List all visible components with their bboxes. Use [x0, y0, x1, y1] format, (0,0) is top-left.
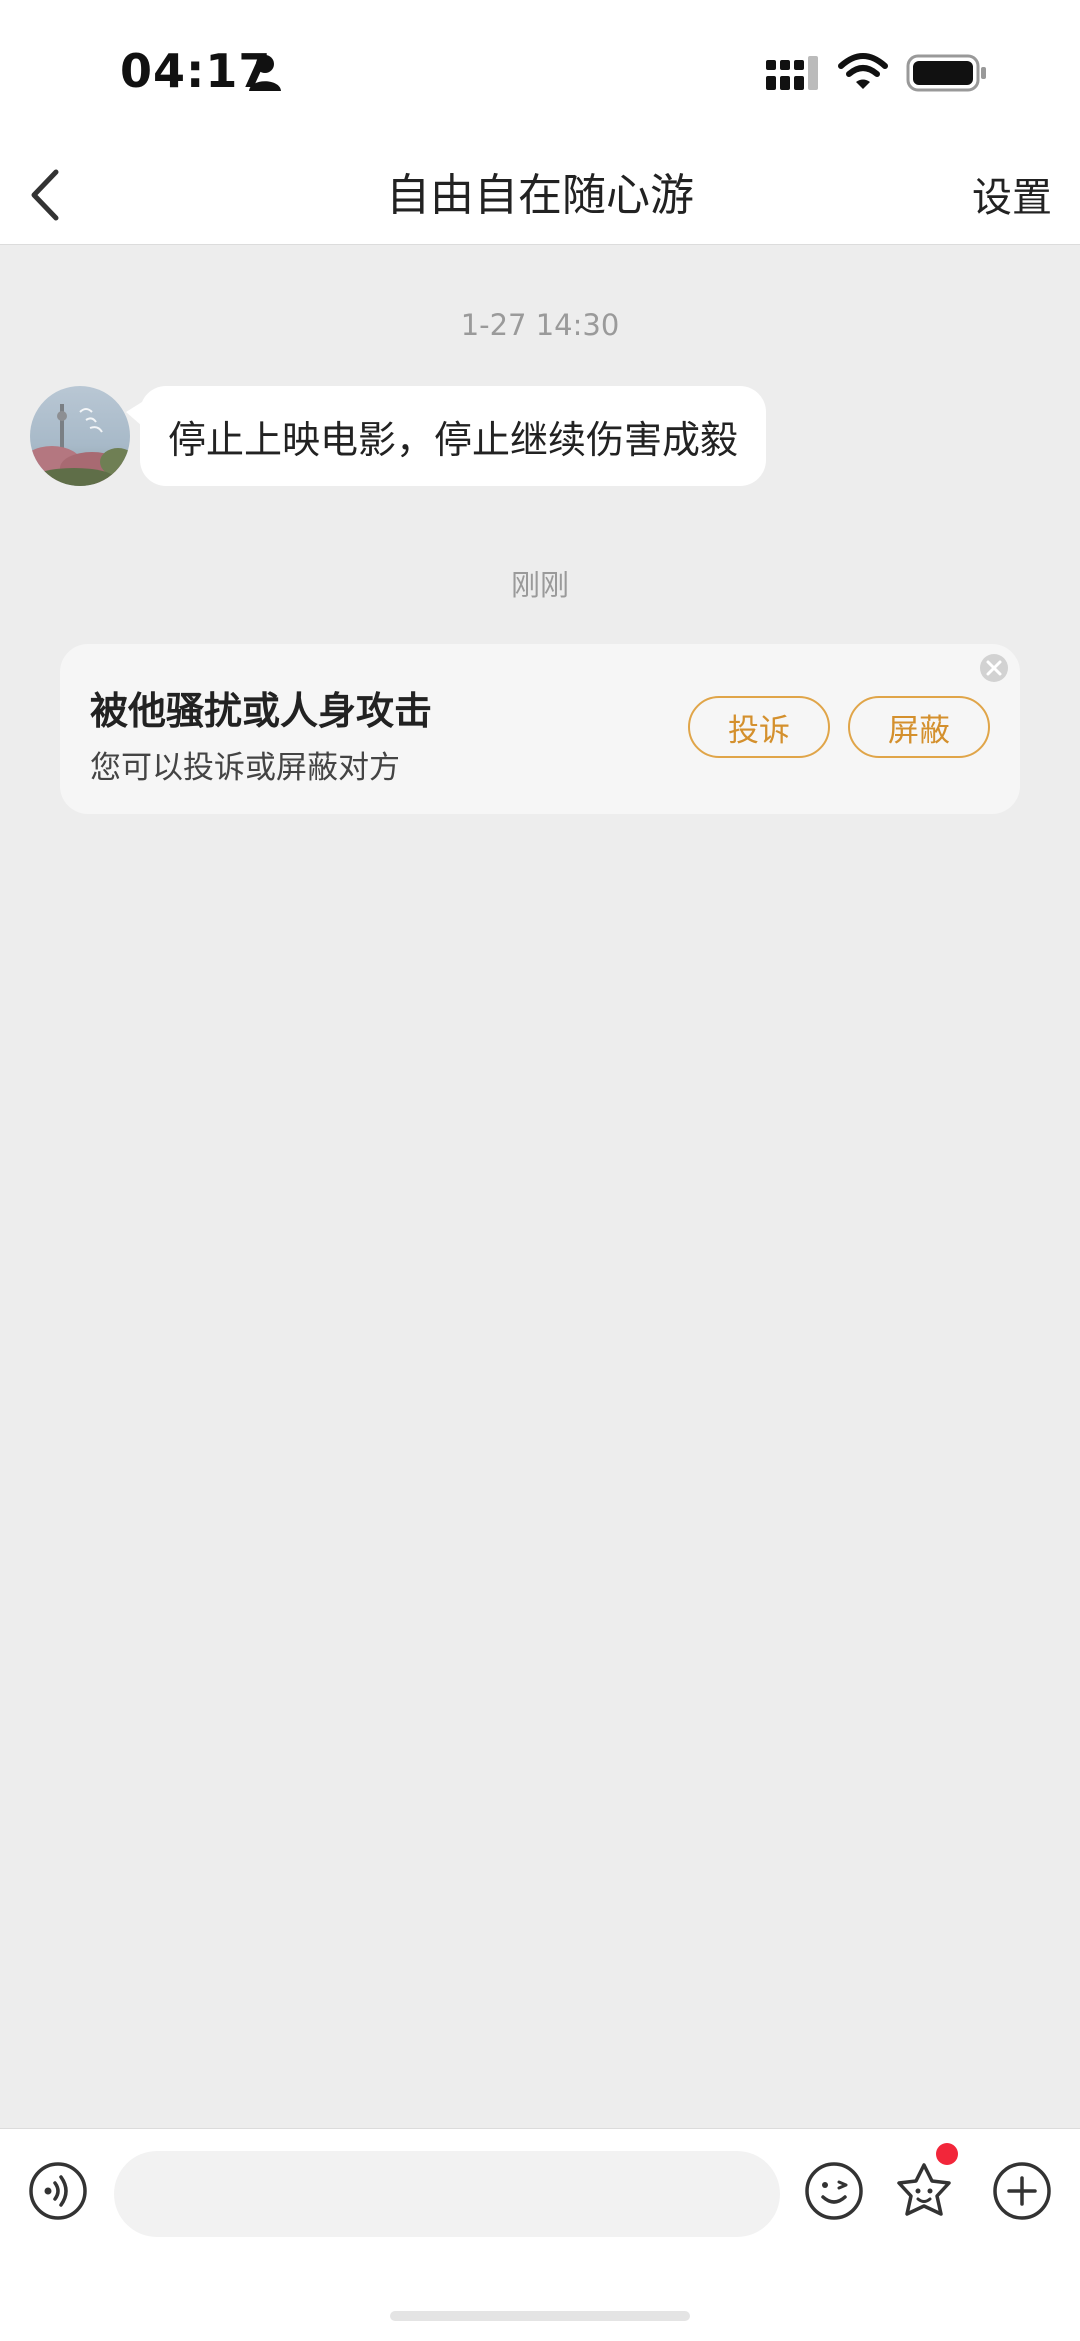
close-circle-icon[interactable]	[978, 652, 1010, 684]
page-title: 自由自在随心游	[386, 170, 694, 221]
sticker-icon[interactable]	[892, 2159, 956, 2223]
incoming-message-bubble[interactable]: 停止上映电影，停止继续伤害成毅	[125, 386, 767, 486]
top-bar: 04:17 自由自在随心游 设置	[0, 0, 1080, 245]
home-indicator[interactable]	[390, 2311, 690, 2321]
report-button[interactable]: 投诉	[688, 696, 830, 758]
voice-icon[interactable]	[28, 2161, 88, 2221]
input-bar	[0, 2128, 1080, 2341]
message-timestamp-recent: 刚刚	[510, 568, 569, 602]
person-icon	[249, 55, 281, 91]
message-timestamp: 1-27 14:30	[460, 308, 620, 342]
notification-badge	[936, 2143, 958, 2165]
harassment-report-card: 被他骚扰或人身攻击 您可以投诉或屏蔽对方 投诉 屏蔽	[60, 644, 1020, 814]
block-button[interactable]: 屏蔽	[848, 696, 990, 758]
emoji-icon[interactable]	[804, 2161, 864, 2221]
wifi-icon	[838, 53, 888, 89]
message-input[interactable]	[114, 2151, 780, 2237]
battery-icon	[906, 54, 986, 92]
plus-icon[interactable]	[992, 2161, 1052, 2221]
card-title: 被他骚扰或人身攻击	[90, 689, 433, 733]
avatar-image	[30, 386, 130, 486]
avatar[interactable]	[30, 386, 130, 486]
nav-bar: 自由自在随心游 设置	[0, 150, 1080, 244]
card-subtitle: 您可以投诉或屏蔽对方	[90, 750, 400, 786]
message-text: 停止上映电影，停止继续伤害成毅	[168, 417, 739, 462]
settings-button[interactable]: 设置	[972, 168, 1052, 228]
signal-icon	[766, 56, 818, 90]
status-bar: 04:17	[0, 0, 1080, 150]
